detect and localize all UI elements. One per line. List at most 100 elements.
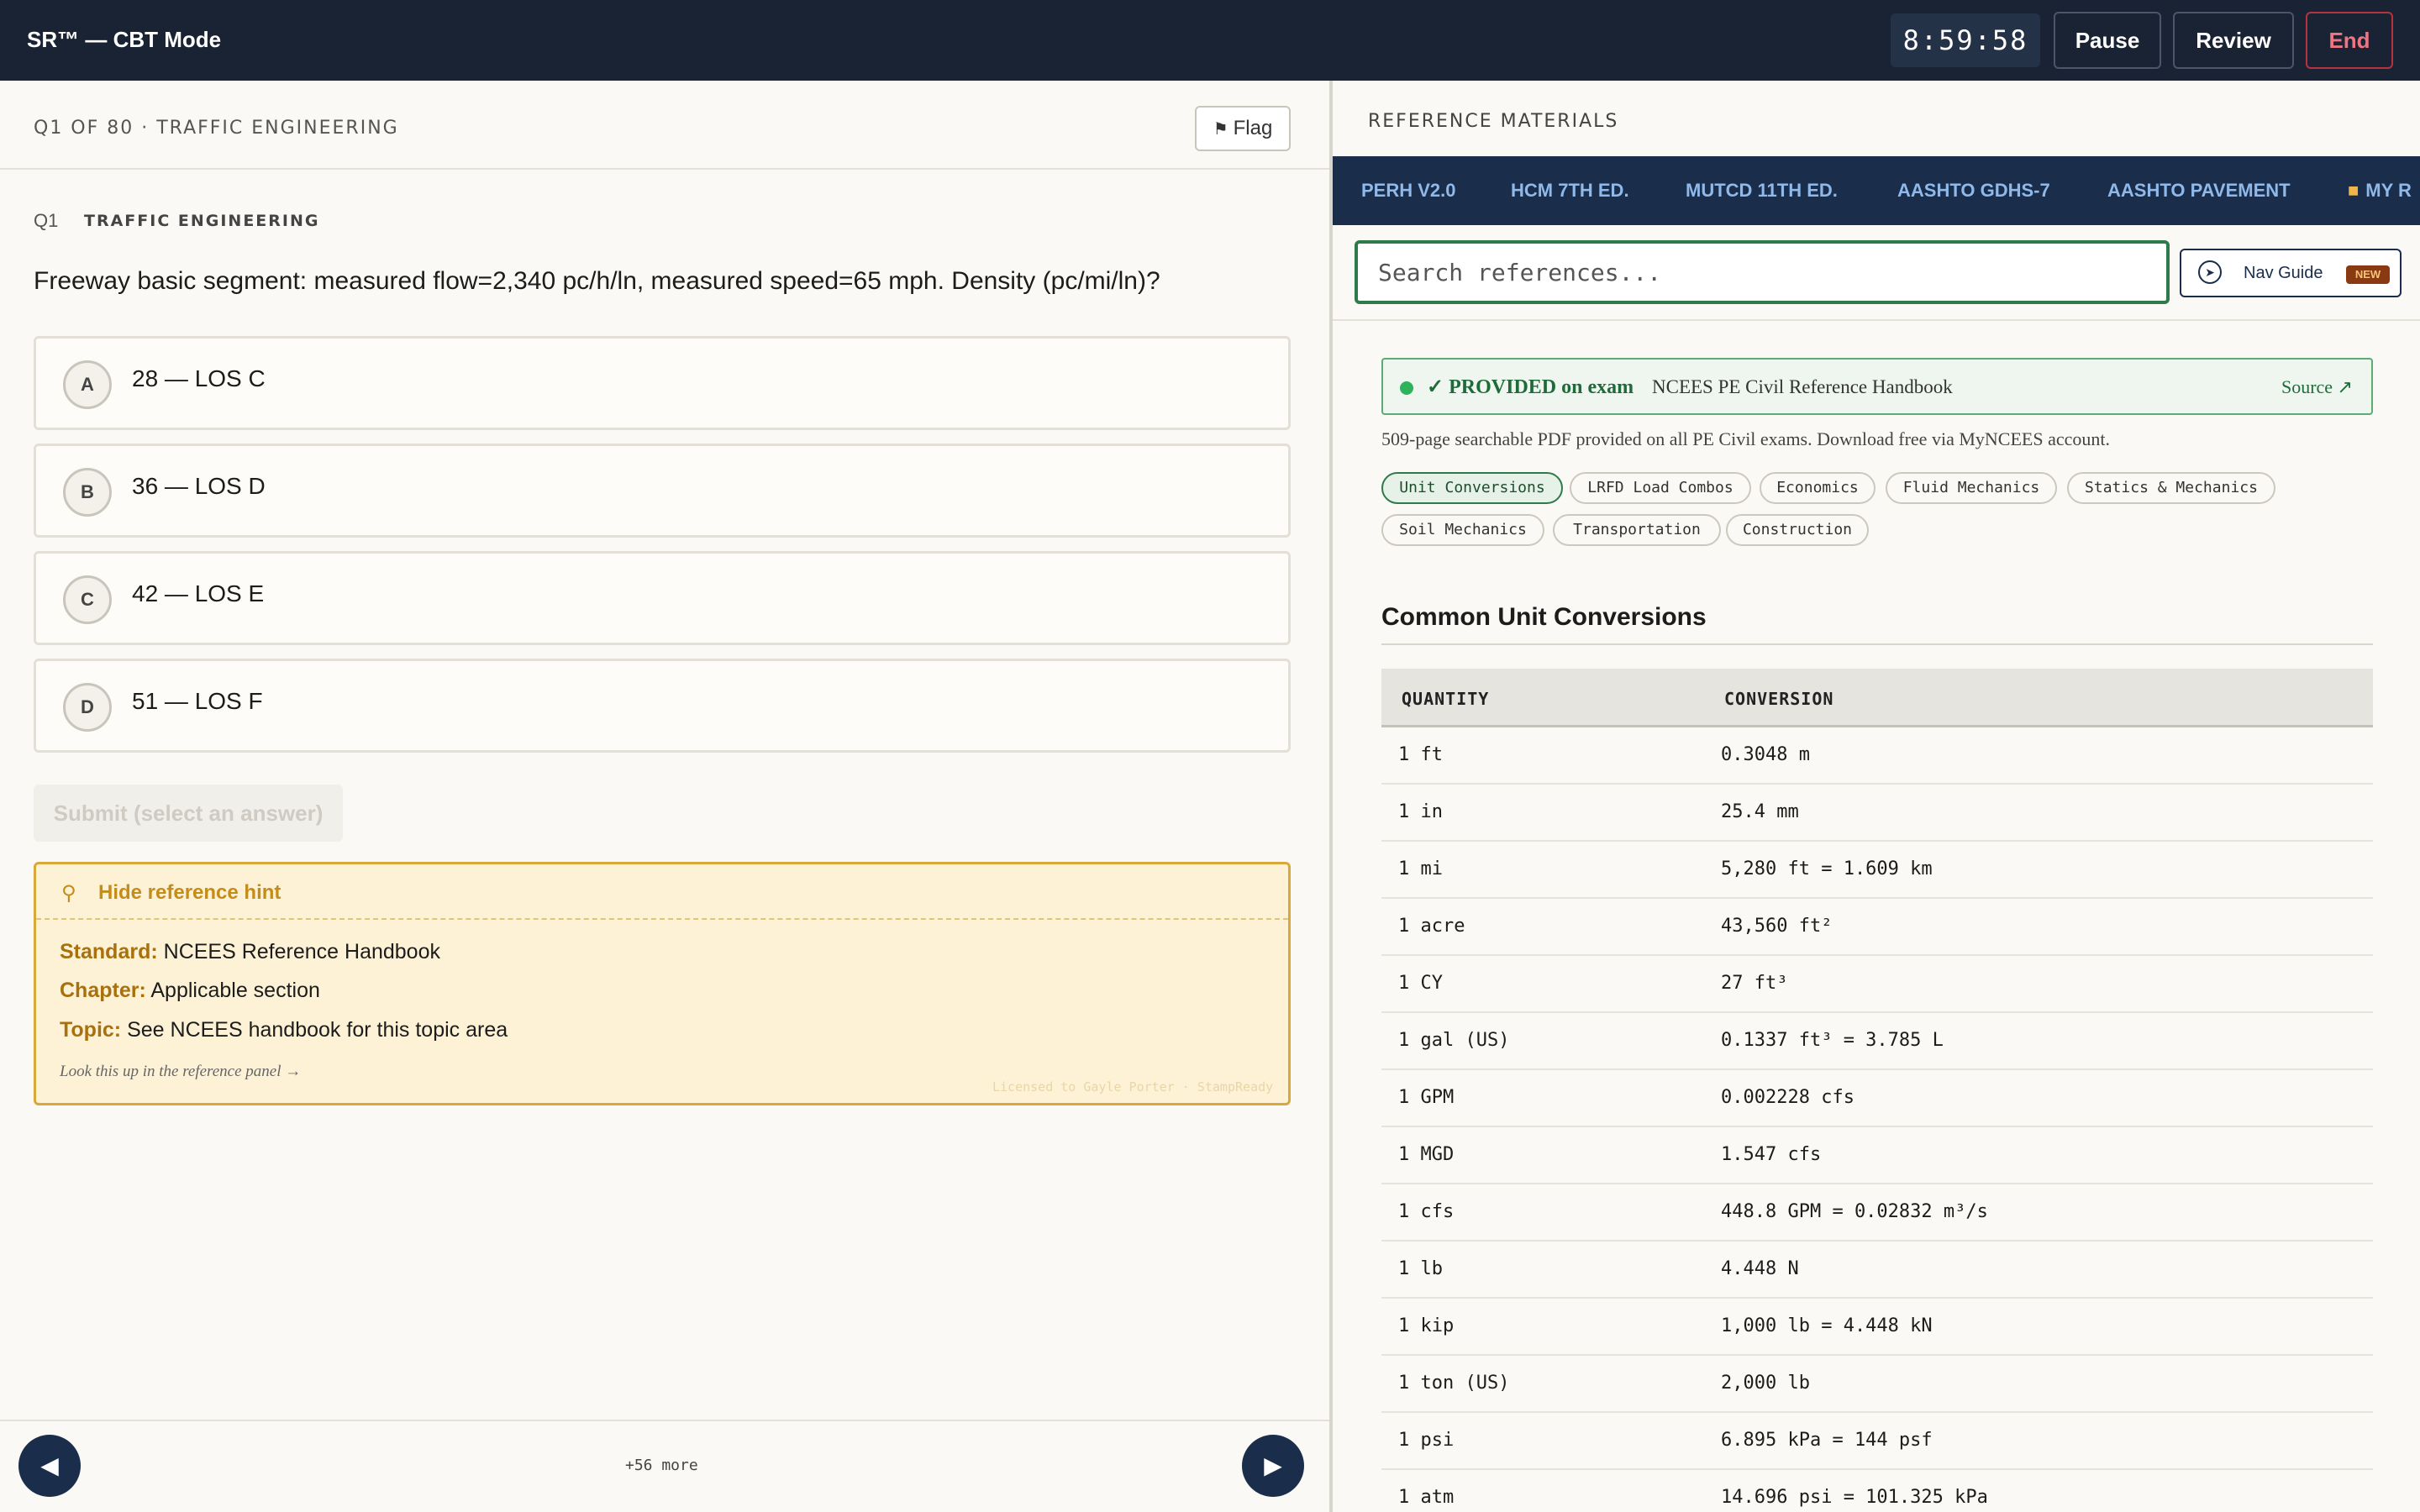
table-row: 1 MGD 1.547 cfs [1381,1127,2373,1184]
folder-icon: ■ [2348,180,2360,201]
hint-topic-label: Topic: [60,1018,122,1042]
conversion-cell: 0.002228 cfs [1721,1087,1854,1108]
choice-text: 36 — LOS D [132,473,266,499]
choice-letter: C [63,575,112,624]
table-row: 1 atm 14.696 psi = 101.325 kPa [1381,1470,2373,1512]
reference-panel: REFERENCE MATERIALS PERH V2.0 HCM 7TH ED… [1333,81,2420,1512]
section-divider [1381,643,2373,645]
more-questions-indicator[interactable]: +56 more [625,1457,698,1474]
top-bar: SR™ — CBT Mode 8:59:58 Pause Review End [0,0,2420,81]
chip-soil-mechanics[interactable]: Soil Mechanics [1381,514,1544,546]
next-question-button[interactable]: ▶ [1242,1435,1304,1497]
conversion-cell: 27 ft³ [1721,973,1788,994]
conversion-cell: 14.696 psi = 101.325 kPa [1721,1487,1988,1508]
hint-chapter: Chapter: Applicable section [60,979,320,1003]
table-row: 1 mi 5,280 ft = 1.609 km [1381,842,2373,899]
reference-search[interactable] [1355,240,2170,304]
handbook-name: NCEES PE Civil Reference Handbook [1652,376,1953,397]
quantity-cell: 1 mi [1398,858,1443,879]
submit-button[interactable]: Submit (select an answer) [34,785,343,842]
conversion-cell: 43,560 ft² [1721,916,1833,937]
quantity-cell: 1 MGD [1398,1144,1455,1165]
hint-toggle-label: Hide reference hint [98,881,281,904]
answer-choice-c[interactable]: C 42 — LOS E [34,551,1291,645]
hint-standard-value: NCEES Reference Handbook [163,940,440,963]
footer-divider [0,1420,1329,1421]
chip-construction[interactable]: Construction [1726,514,1869,546]
lightbulb-icon: ⚲ [61,882,76,905]
tab-aashto-pavement[interactable]: AASHTO PAVEMENT [2107,156,2291,225]
tab-aashto-gdhs[interactable]: AASHTO GDHS-7 [1897,156,2050,225]
table-row: 1 ton (US) 2,000 lb [1381,1356,2373,1413]
table-header: QUANTITY CONVERSION [1381,669,2373,727]
quantity-cell: 1 in [1398,801,1443,822]
status-dot-icon [1400,381,1413,395]
chip-statics-mechanics[interactable]: Statics & Mechanics [2067,472,2275,504]
tab-hcm[interactable]: HCM 7TH ED. [1511,156,1629,225]
quantity-cell: 1 ton (US) [1398,1373,1510,1394]
tab-perh[interactable]: PERH V2.0 [1361,156,1456,225]
tab-my-references[interactable]: ■ MY R [2348,156,2412,225]
license-watermark: Licensed to Gayle Porter · StampReady [992,1079,1274,1095]
column-header-conversion: CONVERSION [1724,689,1834,709]
provided-banner: ✓ PROVIDED on exam NCEES PE Civil Refere… [1381,358,2373,415]
hint-chapter-value: Applicable section [150,979,320,1002]
conversion-cell: 6.895 kPa = 144 psf [1721,1430,1933,1451]
chip-unit-conversions[interactable]: Unit Conversions [1381,472,1563,504]
hint-topic-value: See NCEES handbook for this topic area [127,1018,508,1042]
source-link[interactable]: Source ↗ [2281,376,2353,398]
hint-chapter-label: Chapter: [60,979,146,1002]
answer-choice-b[interactable]: B 36 — LOS D [34,444,1291,538]
prev-arrow-icon: ◀ [40,1452,59,1478]
handbook-description: 509-page searchable PDF provided on all … [1381,428,2110,449]
compass-icon: ➤ [2198,260,2222,284]
table-row: 1 cfs 448.8 GPM = 0.02832 m³/s [1381,1184,2373,1242]
pause-button[interactable]: Pause [2054,12,2161,69]
choice-letter: A [63,360,112,409]
table-row: 1 in 25.4 mm [1381,785,2373,842]
question-panel: Q1 OF 80 · TRAFFIC ENGINEERING ⚑ Flag Q1 … [0,81,1329,1512]
chip-transportation[interactable]: Transportation [1553,514,1721,546]
reference-panel-title: REFERENCE MATERIALS [1368,111,1619,132]
answer-choice-a[interactable]: A 28 — LOS C [34,336,1291,430]
conversion-cell: 4.448 N [1721,1258,1799,1279]
nav-guide-button[interactable]: ➤ Nav Guide NEW [2180,249,2402,297]
end-exam-button[interactable]: End [2306,12,2393,69]
choice-letter: B [63,468,112,517]
quantity-cell: 1 lb [1398,1258,1443,1279]
question-category: TRAFFIC ENGINEERING [84,212,320,230]
chip-lrfd-load-combos[interactable]: LRFD Load Combos [1570,472,1751,504]
hint-standard: Standard: NCEES Reference Handbook [60,940,440,964]
chip-economics[interactable]: Economics [1760,472,1876,504]
hint-footer: Look this up in the reference panel → [60,1063,302,1080]
table-row: 1 gal (US) 0.1337 ft³ = 3.785 L [1381,1013,2373,1070]
answer-choice-d[interactable]: D 51 — LOS F [34,659,1291,753]
review-button[interactable]: Review [2173,12,2294,69]
search-divider [1333,319,2420,321]
previous-question-button[interactable]: ◀ [18,1435,81,1497]
tab-mutcd[interactable]: MUTCD 11TH ED. [1686,156,1838,225]
conversion-cell: 1,000 lb = 4.448 kN [1721,1315,1933,1336]
section-title: Common Unit Conversions [1381,603,1707,631]
hint-toggle[interactable]: ⚲ Hide reference hint [36,864,1288,920]
nav-guide-label: Nav Guide [2244,264,2323,282]
conversion-cell: 5,280 ft = 1.609 km [1721,858,1933,879]
provided-tag: ✓ PROVIDED on exam [1427,376,1634,398]
flag-button[interactable]: ⚑ Flag [1195,106,1291,151]
chip-fluid-mechanics[interactable]: Fluid Mechanics [1886,472,2057,504]
question-progress: Q1 OF 80 · TRAFFIC ENGINEERING [34,118,399,139]
hint-topic: Topic: See NCEES handbook for this topic… [60,1018,508,1042]
exam-timer: 8:59:58 [1891,13,2040,67]
conversion-cell: 25.4 mm [1721,801,1799,822]
reference-search-input[interactable] [1358,244,2166,301]
choice-text: 42 — LOS E [132,580,265,606]
quantity-cell: 1 GPM [1398,1087,1455,1108]
question-number: Q1 [34,210,59,231]
table-row: 1 lb 4.448 N [1381,1242,2373,1299]
table-row: 1 acre 43,560 ft² [1381,899,2373,956]
quantity-cell: 1 cfs [1398,1201,1455,1222]
question-header: Q1 OF 80 · TRAFFIC ENGINEERING ⚑ Flag [0,81,1329,170]
reference-tabs: PERH V2.0 HCM 7TH ED. MUTCD 11TH ED. AAS… [1333,156,2420,225]
table-row: 1 psi 6.895 kPa = 144 psf [1381,1413,2373,1470]
quantity-cell: 1 psi [1398,1430,1455,1451]
